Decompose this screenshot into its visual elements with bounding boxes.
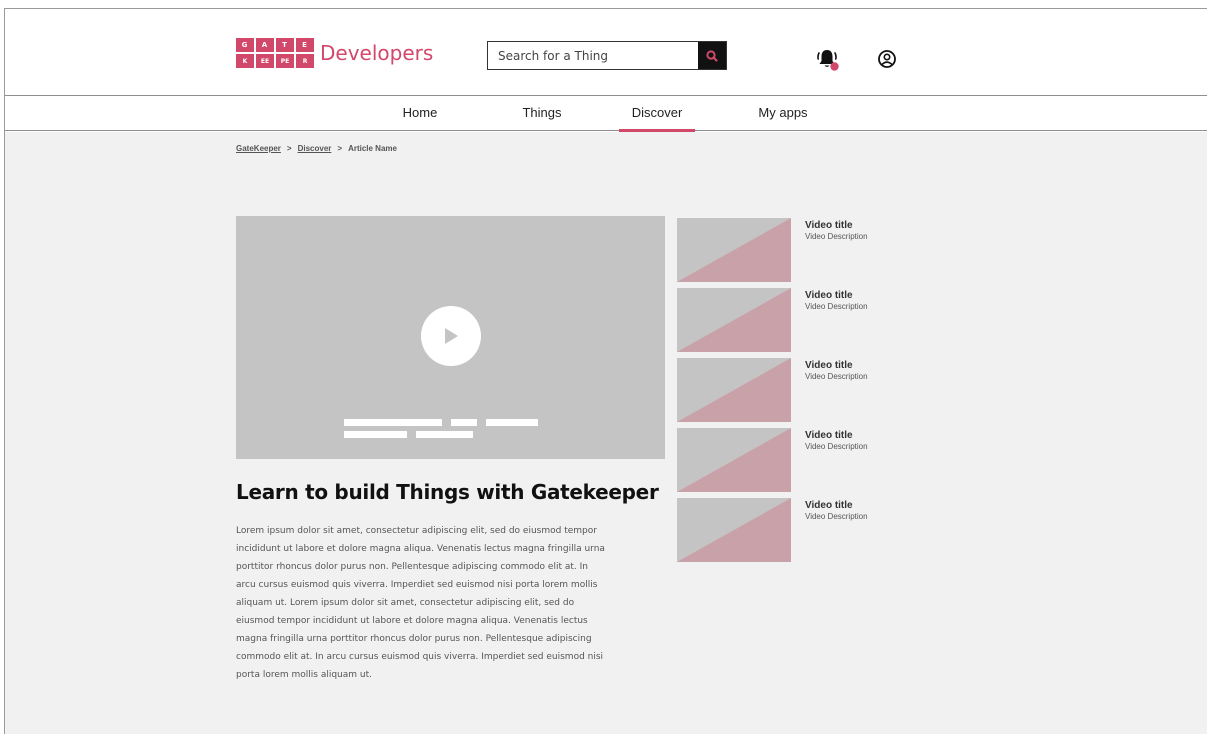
video-description: Video Description xyxy=(805,232,868,241)
nav-discover[interactable]: Discover xyxy=(619,96,695,132)
account-icon xyxy=(878,50,896,68)
article-body: Lorem ipsum dolor sit amet, consectetur … xyxy=(236,526,605,680)
brand-name: Developers xyxy=(320,41,434,65)
caption-placeholder xyxy=(451,419,477,426)
caption-placeholder xyxy=(344,419,442,426)
logo-letter: K xyxy=(236,54,254,68)
video-item[interactable]: Video title Video Description xyxy=(677,428,907,492)
video-thumbnail[interactable] xyxy=(677,218,791,282)
video-item[interactable]: Video title Video Description xyxy=(677,498,907,562)
video-thumbnail[interactable] xyxy=(677,498,791,562)
video-title[interactable]: Video title xyxy=(805,360,868,371)
video-thumbnail[interactable] xyxy=(677,358,791,422)
video-title[interactable]: Video title xyxy=(805,220,868,231)
video-title[interactable]: Video title xyxy=(805,430,868,441)
related-videos: Video title Video Description Video titl… xyxy=(677,218,907,568)
nav-my-apps[interactable]: My apps xyxy=(753,96,813,131)
site-header: G A T E K EE PE R Developers xyxy=(5,9,1207,96)
play-button[interactable] xyxy=(421,306,481,366)
account-button[interactable] xyxy=(877,49,897,69)
breadcrumb-gatekeeper[interactable]: GateKeeper xyxy=(236,144,281,153)
main-content: GateKeeper > Discover > Article Name Lea… xyxy=(5,132,1207,734)
breadcrumb-separator: > xyxy=(337,144,343,153)
page-frame: G A T E K EE PE R Developers Search for … xyxy=(4,8,1207,734)
video-description: Video Description xyxy=(805,442,868,451)
search-button[interactable] xyxy=(698,42,726,69)
video-title[interactable]: Video title xyxy=(805,500,868,511)
video-description: Video Description xyxy=(805,372,868,381)
bell-icon xyxy=(817,50,839,71)
search-icon xyxy=(706,49,718,62)
video-title[interactable]: Video title xyxy=(805,290,868,301)
main-nav: Home Things Discover My apps xyxy=(5,96,1207,132)
caption-placeholder xyxy=(344,431,407,438)
video-description: Video Description xyxy=(805,302,868,311)
video-info: Video title Video Description xyxy=(805,430,868,492)
logo-letter: G xyxy=(236,38,254,52)
video-description: Video Description xyxy=(805,512,868,521)
video-thumbnail[interactable] xyxy=(677,288,791,352)
nav-things[interactable]: Things xyxy=(512,96,572,131)
logo-letter: EE xyxy=(256,54,274,68)
caption-placeholder xyxy=(416,431,473,438)
caption-placeholder xyxy=(486,419,538,426)
video-player[interactable] xyxy=(236,216,665,459)
brand-logo[interactable]: G A T E K EE PE R Developers xyxy=(236,38,433,68)
video-info: Video title Video Description xyxy=(805,360,868,422)
video-info: Video title Video Description xyxy=(805,500,868,562)
video-item[interactable]: Video title Video Description xyxy=(677,218,907,282)
logo-letter: T xyxy=(276,38,294,52)
notifications-button[interactable] xyxy=(815,47,841,73)
video-item[interactable]: Video title Video Description xyxy=(677,358,907,422)
breadcrumb-separator: > xyxy=(286,144,292,153)
logo-letter: E xyxy=(296,38,314,52)
logo-mark: G A T E K EE PE R xyxy=(236,38,314,68)
article-title: Learn to build Things with Gatekeeper xyxy=(236,480,659,504)
logo-letter: R xyxy=(296,54,314,68)
search-bar xyxy=(487,41,727,70)
play-icon xyxy=(445,328,458,344)
video-info: Video title Video Description xyxy=(805,290,868,352)
nav-home[interactable]: Home xyxy=(395,96,445,131)
breadcrumb-discover[interactable]: Discover xyxy=(298,144,332,153)
video-info: Video title Video Description xyxy=(805,220,868,282)
video-thumbnail[interactable] xyxy=(677,428,791,492)
breadcrumb-current: Article Name xyxy=(348,144,397,153)
search-input[interactable] xyxy=(488,42,698,69)
logo-letter: A xyxy=(256,38,274,52)
logo-letter: PE xyxy=(276,54,294,68)
video-item[interactable]: Video title Video Description xyxy=(677,288,907,352)
breadcrumb: GateKeeper > Discover > Article Name xyxy=(236,144,397,153)
